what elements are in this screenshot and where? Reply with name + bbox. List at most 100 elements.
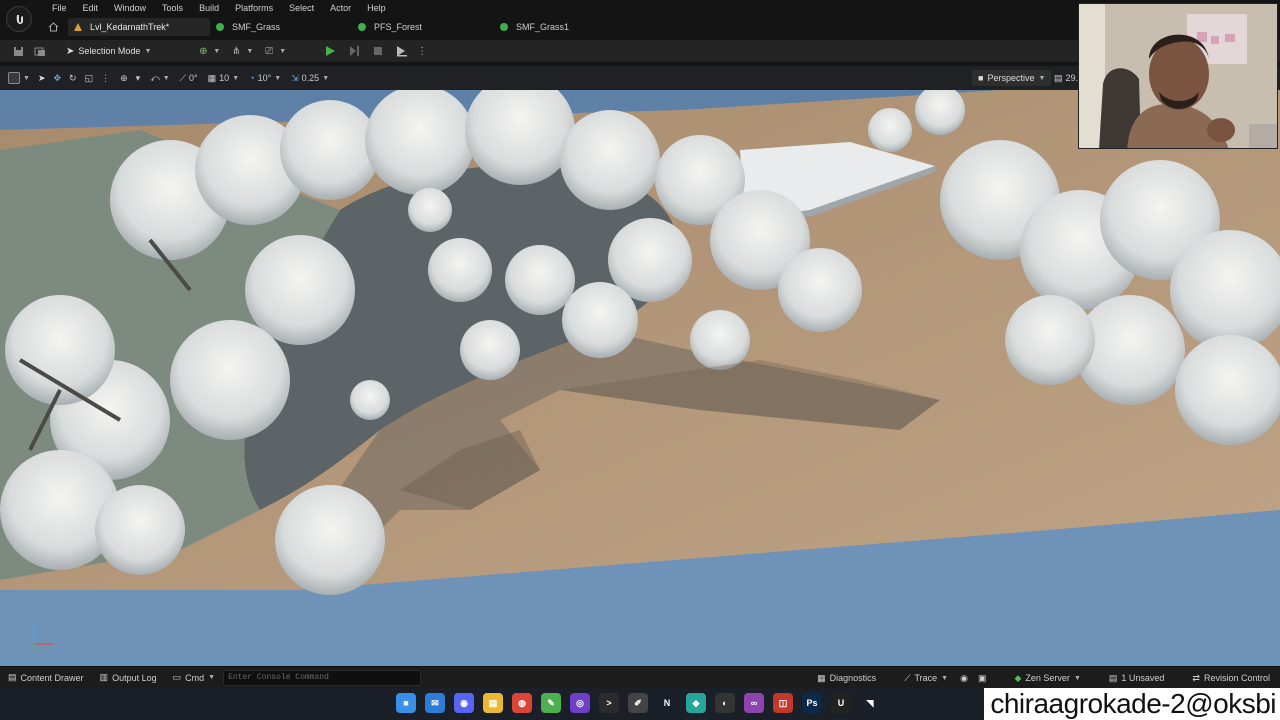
location-snap-button[interactable]: ▦ 10 ▼ <box>208 73 239 84</box>
cmd-dropdown[interactable]: ▭ Cmd ▼ <box>173 672 215 683</box>
menu-tools[interactable]: Tools <box>154 2 191 14</box>
menu-help[interactable]: Help <box>359 2 394 14</box>
add-actor-icon[interactable]: ⊕ <box>195 43 211 59</box>
github-icon[interactable]: ◎ <box>570 693 590 713</box>
diagnostics-button[interactable]: ▦ Diagnostics <box>817 673 876 684</box>
step-forward-icon[interactable] <box>346 43 362 59</box>
record-icon[interactable]: ◉ <box>960 673 968 684</box>
taskbar-apps: ■ ✉ ◉ ▤ ◍ ✎ ◎ > ✐ N ◆ ◐ ∞ ◫ Ps U ◥ <box>396 693 880 713</box>
view-mode-dropdown[interactable]: ■ Perspective ▼ <box>972 70 1052 86</box>
content-browser-icon[interactable] <box>32 43 48 59</box>
select-tool-icon[interactable]: ➤ <box>38 73 46 84</box>
snap-toggle-icon[interactable]: ⤺ ▼ <box>150 73 170 84</box>
app-icon[interactable]: ◆ <box>686 693 706 713</box>
scale-tool-icon[interactable]: ◱ <box>85 73 94 84</box>
viewport-options-icon[interactable]: ▼ <box>8 72 30 84</box>
netflix-icon[interactable]: N <box>657 693 677 713</box>
scale-snap-value: 0.25 <box>301 73 320 83</box>
angle-snap-icon: ⟋ <box>179 72 187 83</box>
windows-start-icon[interactable]: ■ <box>396 693 416 713</box>
visual-studio-icon[interactable]: ∞ <box>744 693 764 713</box>
menu-edit[interactable]: Edit <box>75 2 107 14</box>
diagnostics-label: Diagnostics <box>829 673 877 683</box>
unsaved-icon: ▤ <box>1108 672 1118 683</box>
menu-select[interactable]: Select <box>281 2 322 14</box>
nvidia-icon[interactable]: ◥ <box>860 693 880 713</box>
menu-file[interactable]: File <box>44 2 75 14</box>
view-mode-label: Perspective <box>987 73 1035 83</box>
mail-icon[interactable]: ✉ <box>425 693 445 713</box>
grid-icon: ▦ <box>207 72 217 83</box>
translate-tool-icon[interactable]: ✥ <box>53 73 61 84</box>
output-log-label: Output Log <box>112 672 157 683</box>
cinematics-icon[interactable]: ⎚ <box>261 43 277 59</box>
rotation-snap-value: 10° <box>257 73 272 83</box>
notepad-icon[interactable]: ✎ <box>541 693 561 713</box>
console-command-input[interactable]: Enter Console Command <box>223 669 422 686</box>
tab-label: PFS_Forest <box>374 22 423 32</box>
file-explorer-icon[interactable]: ▤ <box>483 693 503 713</box>
trace-dropdown[interactable]: ⟋ Trace ▼ ◉ ▣ <box>904 673 986 684</box>
menu-actor[interactable]: Actor <box>322 2 359 14</box>
eject-icon[interactable] <box>394 43 410 59</box>
obs-icon[interactable]: ◐ <box>715 693 735 713</box>
camera-speed-button[interactable]: ▤ 29. <box>1054 70 1078 86</box>
log-icon: ▥ <box>99 672 109 682</box>
tab-smf-grass1[interactable]: SMF_Grass1 <box>494 18 636 36</box>
chevron-down-icon: ▼ <box>208 674 216 681</box>
camera-speed-value: 29. <box>1065 73 1079 83</box>
rotation-snap-button[interactable]: ◔ 10° ▼ <box>249 73 281 83</box>
output-log-button[interactable]: ▥ Output Log <box>100 672 157 683</box>
tab-pfs-forest[interactable]: PFS_Forest <box>352 18 494 36</box>
world-space-icon[interactable]: ⊕ <box>120 73 128 84</box>
scale-snap-button[interactable]: ⇲ 0.25 ▼ <box>291 73 329 84</box>
photoshop-icon[interactable]: Ps <box>802 693 822 713</box>
cursor-icon: ➤ <box>66 45 75 57</box>
unsaved-button[interactable]: ▤ 1 Unsaved <box>1109 673 1165 684</box>
menu-window[interactable]: Window <box>106 2 154 14</box>
blueprint-icon[interactable]: ⋔ <box>228 43 244 59</box>
snapshot-icon[interactable]: ▣ <box>978 673 987 684</box>
tab-smf-grass[interactable]: SMF_Grass <box>210 18 352 36</box>
material-icon <box>216 23 224 31</box>
rotate-tool-icon[interactable]: ↻ <box>69 73 77 84</box>
terminal-icon[interactable]: > <box>599 693 619 713</box>
revision-control-icon: ⇄ <box>1192 672 1200 683</box>
play-icon[interactable] <box>322 43 338 59</box>
home-icon[interactable] <box>44 19 62 35</box>
chevron-down-icon: ▼ <box>144 47 152 55</box>
revision-control-button[interactable]: ⇄ Revision Control <box>1192 673 1270 684</box>
selection-mode-label: Selection Mode <box>78 46 141 56</box>
chevron-down-icon[interactable]: ▼ <box>213 48 220 55</box>
cmd-label: Cmd <box>185 672 205 683</box>
tab-label: Lvl_KedarnathTrek* <box>90 22 170 32</box>
selection-mode-dropdown[interactable]: ➤ Selection Mode ▼ <box>62 43 155 59</box>
zen-server-dropdown[interactable]: ◆ Zen Server ▼ <box>1014 673 1080 684</box>
chevron-down-icon: ▼ <box>1038 74 1046 82</box>
more-icon[interactable]: ⋮ <box>101 73 110 84</box>
stop-icon[interactable] <box>370 43 386 59</box>
chevron-down-icon[interactable]: ▼ <box>246 48 253 55</box>
save-icon[interactable] <box>10 43 26 59</box>
level-viewport[interactable]: ▼ ➤ ✥ ↻ ◱ ⋮ ⊕ ▾ ⤺ ▼ ⟋ 0° ▦ 10 ▼ ◔ 10° ▼ … <box>0 66 1280 666</box>
material-icon <box>500 23 508 31</box>
editor-icon[interactable]: ✐ <box>628 693 648 713</box>
more-options-icon[interactable]: ⋮ <box>417 43 427 59</box>
discord-icon[interactable]: ◉ <box>454 693 474 713</box>
unreal-logo-icon[interactable] <box>6 6 32 32</box>
angle-snap-button[interactable]: ⟋ 0° <box>180 73 198 84</box>
location-snap-value: 10 <box>219 73 230 83</box>
chevron-down-icon[interactable]: ▼ <box>279 48 286 55</box>
trace-label: Trace <box>914 673 938 683</box>
material-icon <box>358 23 366 31</box>
recorder-icon[interactable]: ◫ <box>773 693 793 713</box>
unreal-icon[interactable]: U <box>831 693 851 713</box>
chrome-icon[interactable]: ◍ <box>512 693 532 713</box>
content-drawer-button[interactable]: ▤ Content Drawer <box>8 672 84 683</box>
menu-build[interactable]: Build <box>191 2 227 14</box>
camera-icon: ■ <box>978 73 984 83</box>
surface-snap-icon[interactable]: ▾ <box>136 73 141 84</box>
tab-label: SMF_Grass1 <box>516 22 570 32</box>
tab-level[interactable]: Lvl_KedarnathTrek* <box>68 18 210 36</box>
menu-platforms[interactable]: Platforms <box>227 2 281 14</box>
